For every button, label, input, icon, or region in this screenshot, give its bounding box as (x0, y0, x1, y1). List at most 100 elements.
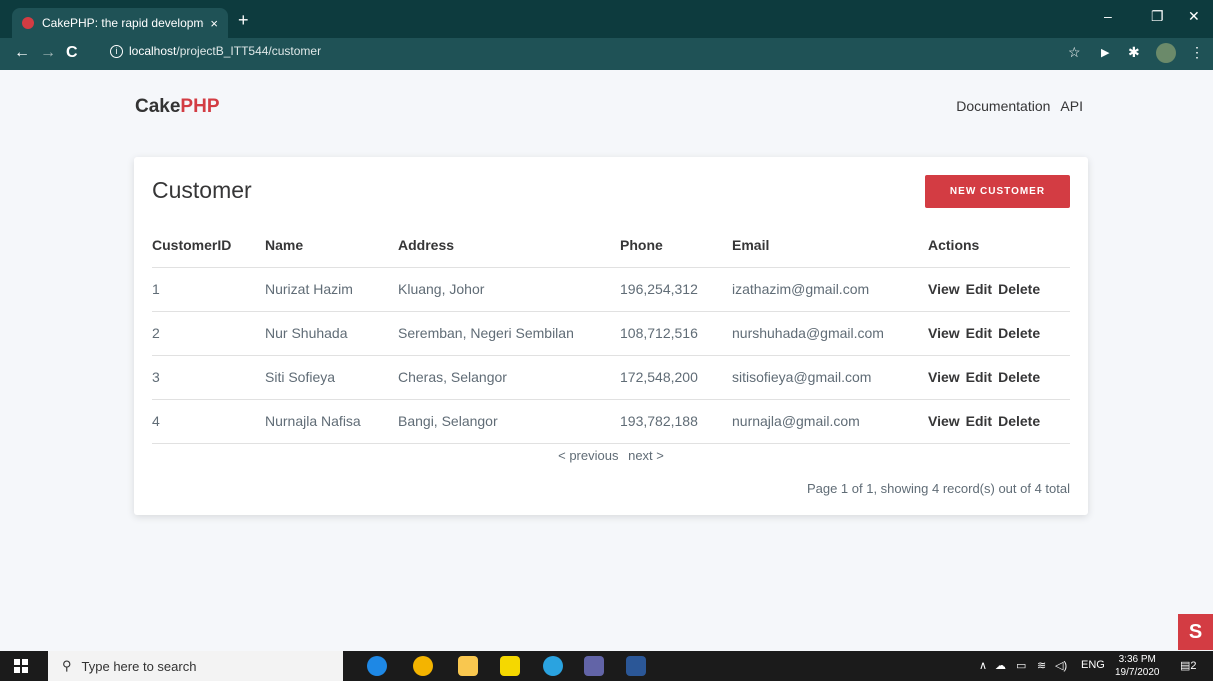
edit-link[interactable]: Edit (966, 325, 992, 341)
minimize-icon[interactable]: – (1104, 8, 1112, 24)
tray-chevron-icon[interactable]: ∧ (979, 659, 987, 672)
new-tab-button[interactable]: + (238, 11, 249, 29)
cell-actions: View Edit Delete (928, 399, 1070, 444)
tab-close-icon[interactable]: × (210, 16, 218, 31)
brand-php: PHP (180, 96, 220, 117)
column-header-customerid[interactable]: CustomerID (152, 223, 265, 268)
column-header-email[interactable]: Email (732, 223, 928, 268)
bookmark-star-icon[interactable]: ☆ (1068, 44, 1081, 61)
cell-actions: View Edit Delete (928, 311, 1070, 356)
cell-email: nurnajla@gmail.com (732, 399, 928, 444)
cell-address: Kluang, Johor (398, 267, 620, 312)
cell-email: izathazim@gmail.com (732, 267, 928, 312)
table-row: 3 Siti Sofieya Cheras, Selangor 172,548,… (152, 355, 1070, 400)
tab-title: CakePHP: the rapid development (42, 16, 205, 30)
url-host: localhost (129, 44, 177, 58)
clock-date: 19/7/2020 (1115, 667, 1160, 678)
windows-start-icon[interactable] (14, 659, 28, 673)
language-indicator[interactable]: ENG (1081, 659, 1105, 671)
cell-phone: 193,782,188 (620, 399, 732, 444)
table-row: 4 Nurnajla Nafisa Bangi, Selangor 193,78… (152, 399, 1070, 444)
volume-icon[interactable]: ◁) (1055, 659, 1067, 672)
profile-avatar[interactable] (1156, 43, 1176, 63)
debug-kit-toolbar-button[interactable]: S (1178, 614, 1213, 650)
table-row: 2 Nur Shuhada Seremban, Negeri Sembilan … (152, 311, 1070, 356)
cakephp-favicon-icon (22, 17, 34, 29)
cell-phone: 108,712,516 (620, 311, 732, 356)
extensions-puzzle-icon[interactable]: ✱ (1128, 44, 1140, 61)
taskbar-clock[interactable]: 3:36 PM 19/7/2020 (1115, 653, 1160, 679)
column-header-phone[interactable]: Phone (620, 223, 732, 268)
browser-tab[interactable]: CakePHP: the rapid development × (12, 8, 228, 38)
view-link[interactable]: View (928, 413, 960, 429)
close-window-icon[interactable]: ✕ (1188, 8, 1200, 25)
word-icon[interactable] (626, 656, 646, 676)
clock-time: 3:36 PM (1118, 654, 1156, 665)
next-page-link[interactable]: next > (628, 448, 664, 463)
top-nav: Documentation API (956, 98, 1083, 114)
new-customer-button[interactable]: NEW CUSTOMER (925, 175, 1070, 208)
search-icon: ⚲ (62, 658, 72, 673)
taskbar-search-placeholder: Type here to search (81, 658, 197, 674)
tray-cloud-icon[interactable]: ☁ (995, 659, 1006, 672)
page-title: Customer (152, 177, 252, 203)
cell-address: Bangi, Selangor (398, 399, 620, 444)
site-info-icon[interactable]: i (110, 44, 123, 58)
forward-icon[interactable]: → (40, 44, 56, 62)
page-counter: Page 1 of 1, showing 4 record(s) out of … (806, 481, 1070, 496)
taskbar-search-input[interactable]: ⚲ Type here to search (48, 651, 343, 681)
telegram-icon[interactable] (543, 656, 563, 676)
edge-icon[interactable] (367, 656, 387, 676)
sticky-notes-icon[interactable] (500, 656, 520, 676)
nav-api-link[interactable]: API (1060, 98, 1083, 114)
cell-email: sitisofieya@gmail.com (732, 355, 928, 400)
cell-phone: 196,254,312 (620, 267, 732, 312)
notification-count: 2 (1190, 660, 1197, 672)
notification-center-icon[interactable]: ▤2 (1180, 659, 1197, 672)
file-explorer-icon[interactable] (458, 656, 478, 676)
column-header-address[interactable]: Address (398, 223, 620, 268)
cell-id: 3 (152, 355, 265, 400)
extension-play-icon[interactable]: ▶ (1101, 46, 1109, 59)
view-link[interactable]: View (928, 281, 960, 297)
browser-menu-icon[interactable]: ⋮ (1190, 44, 1204, 61)
cell-id: 4 (152, 399, 265, 444)
cell-phone: 172,548,200 (620, 355, 732, 400)
brand-logo[interactable]: CakePHP (135, 96, 220, 118)
cell-email: nurshuhada@gmail.com (732, 311, 928, 356)
edit-link[interactable]: Edit (966, 369, 992, 385)
cell-name: Nur Shuhada (265, 311, 398, 356)
column-header-name[interactable]: Name (265, 223, 398, 268)
cell-id: 1 (152, 267, 265, 312)
chrome-icon[interactable] (413, 656, 433, 676)
cell-actions: View Edit Delete (928, 355, 1070, 400)
cell-name: Nurnajla Nafisa (265, 399, 398, 444)
delete-link[interactable]: Delete (998, 369, 1040, 385)
edit-link[interactable]: Edit (966, 413, 992, 429)
wifi-icon[interactable]: ≋ (1037, 659, 1046, 672)
maximize-icon[interactable]: ❐ (1151, 8, 1164, 25)
back-icon[interactable]: ← (14, 44, 30, 62)
brand-cake: Cake (135, 96, 181, 117)
cell-name: Siti Sofieya (265, 355, 398, 400)
delete-link[interactable]: Delete (998, 413, 1040, 429)
cell-id: 2 (152, 311, 265, 356)
edit-link[interactable]: Edit (966, 281, 992, 297)
cell-name: Nurizat Hazim (265, 267, 398, 312)
delete-link[interactable]: Delete (998, 325, 1040, 341)
cell-actions: View Edit Delete (928, 267, 1070, 312)
content-card: Customer NEW CUSTOMER CustomerID Name Ad… (134, 157, 1088, 515)
view-link[interactable]: View (928, 325, 960, 341)
delete-link[interactable]: Delete (998, 281, 1040, 297)
url-field[interactable]: i localhost/projectB_ITT544/customer (110, 44, 321, 58)
tray-battery-icon[interactable]: ▭ (1016, 659, 1026, 672)
view-link[interactable]: View (928, 369, 960, 385)
table-row: 1 Nurizat Hazim Kluang, Johor 196,254,31… (152, 267, 1070, 312)
reload-icon[interactable]: C (66, 44, 78, 62)
cell-address: Seremban, Negeri Sembilan (398, 311, 620, 356)
previous-page-link[interactable]: < previous (558, 448, 618, 463)
nav-documentation-link[interactable]: Documentation (956, 98, 1050, 114)
cell-address: Cheras, Selangor (398, 355, 620, 400)
column-header-actions: Actions (928, 223, 1070, 268)
teams-icon[interactable] (584, 656, 604, 676)
